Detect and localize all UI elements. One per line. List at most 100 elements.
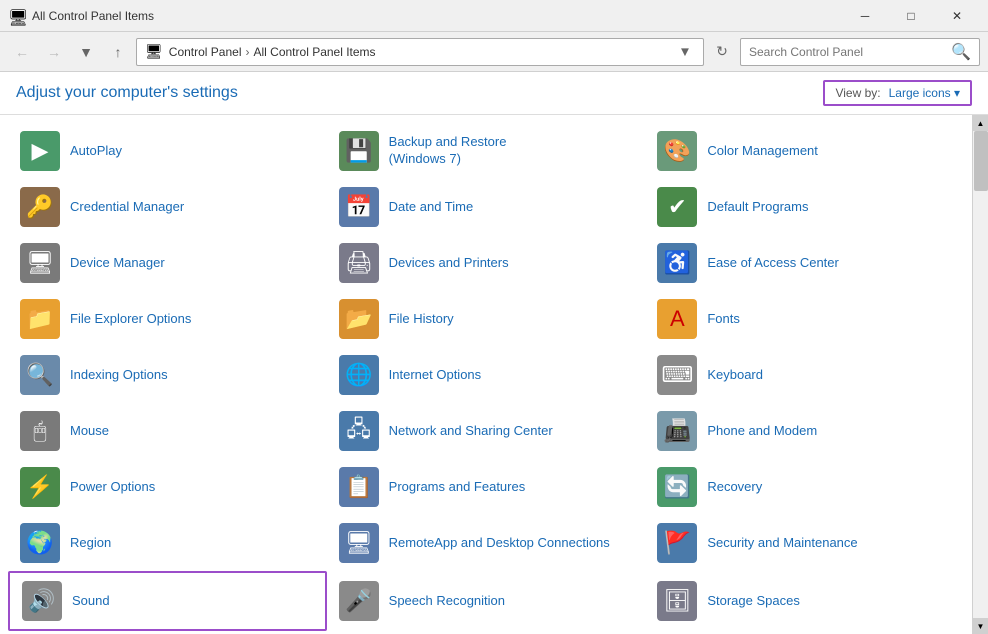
up-button[interactable]: ↑: [104, 38, 132, 66]
icon-region: 🌍: [20, 523, 60, 563]
address-dropdown-button[interactable]: ▼: [675, 38, 695, 66]
control-item-device-manager[interactable]: 🖥 Device Manager: [8, 235, 327, 291]
label-programs-features: Programs and Features: [389, 479, 526, 496]
control-item-storage-spaces[interactable]: 🗄 Storage Spaces: [645, 571, 964, 631]
search-input[interactable]: [749, 45, 947, 59]
icon-speech-recognition: 🎤: [339, 581, 379, 621]
view-by-control[interactable]: View by: Large icons ▾: [823, 80, 972, 106]
control-item-file-explorer-options[interactable]: 📁 File Explorer Options: [8, 291, 327, 347]
scroll-thumb[interactable]: [974, 131, 988, 191]
icon-recovery: 🔄: [657, 467, 697, 507]
icon-device-manager: 🖥: [20, 243, 60, 283]
minimize-button[interactable]: ─: [842, 0, 888, 32]
label-mouse: Mouse: [70, 423, 109, 440]
control-item-phone-modem[interactable]: 📠 Phone and Modem: [645, 403, 964, 459]
control-item-internet-options[interactable]: 🌐 Internet Options: [327, 347, 646, 403]
control-item-color-management[interactable]: 🎨 Color Management: [645, 123, 964, 179]
icon-remoteapp: 🖥: [339, 523, 379, 563]
scroll-down-button[interactable]: ▼: [973, 618, 988, 634]
icon-storage-spaces: 🗄: [657, 581, 697, 621]
icon-phone-modem: 📠: [657, 411, 697, 451]
icon-programs-features: 📋: [339, 467, 379, 507]
refresh-button[interactable]: ↻: [708, 38, 736, 66]
address-icon: 🖥: [145, 43, 163, 60]
address-field[interactable]: 🖥 Control Panel › All Control Panel Item…: [136, 38, 704, 66]
icon-devices-printers: 🖨: [339, 243, 379, 283]
control-item-programs-features[interactable]: 📋 Programs and Features: [327, 459, 646, 515]
scroll-up-button[interactable]: ▲: [973, 115, 988, 131]
window-icon: 🖥: [8, 8, 24, 24]
label-color-management: Color Management: [707, 143, 818, 160]
icon-power-options: ⚡: [20, 467, 60, 507]
label-devices-printers: Devices and Printers: [389, 255, 509, 272]
icon-date-time: 📅: [339, 187, 379, 227]
label-file-history: File History: [389, 311, 454, 328]
icon-fonts: A: [657, 299, 697, 339]
label-fonts: Fonts: [707, 311, 740, 328]
label-sound: Sound: [72, 593, 110, 610]
label-backup-restore: Backup and Restore(Windows 7): [389, 134, 507, 168]
label-internet-options: Internet Options: [389, 367, 482, 384]
content-area: ▶ AutoPlay 💾 Backup and Restore(Windows …: [0, 115, 988, 634]
items-grid: ▶ AutoPlay 💾 Backup and Restore(Windows …: [0, 123, 972, 634]
control-item-mouse[interactable]: 🖱 Mouse: [8, 403, 327, 459]
control-item-security-maintenance[interactable]: 🚩 Security and Maintenance: [645, 515, 964, 571]
items-container: ▶ AutoPlay 💾 Backup and Restore(Windows …: [0, 115, 972, 634]
label-file-explorer-options: File Explorer Options: [70, 311, 191, 328]
icon-security-maintenance: 🚩: [657, 523, 697, 563]
control-item-region[interactable]: 🌍 Region: [8, 515, 327, 571]
search-box[interactable]: 🔍: [740, 38, 980, 66]
control-item-default-programs[interactable]: ✔ Default Programs: [645, 179, 964, 235]
window-title: All Control Panel Items: [32, 9, 154, 23]
back-button[interactable]: ←: [8, 38, 36, 66]
label-power-options: Power Options: [70, 479, 155, 496]
view-by-label: View by:: [835, 86, 880, 100]
label-storage-spaces: Storage Spaces: [707, 593, 800, 610]
maximize-button[interactable]: □: [888, 0, 934, 32]
control-item-recovery[interactable]: 🔄 Recovery: [645, 459, 964, 515]
control-item-date-time[interactable]: 📅 Date and Time: [327, 179, 646, 235]
breadcrumb: Control Panel › All Control Panel Items: [169, 45, 669, 59]
control-item-backup-restore[interactable]: 💾 Backup and Restore(Windows 7): [327, 123, 646, 179]
label-recovery: Recovery: [707, 479, 762, 496]
control-item-devices-printers[interactable]: 🖨 Devices and Printers: [327, 235, 646, 291]
control-item-sound[interactable]: 🔊 Sound: [8, 571, 327, 631]
icon-backup-restore: 💾: [339, 131, 379, 171]
control-item-indexing-options[interactable]: 🔍 Indexing Options: [8, 347, 327, 403]
label-ease-access: Ease of Access Center: [707, 255, 839, 272]
label-phone-modem: Phone and Modem: [707, 423, 817, 440]
forward-button[interactable]: →: [40, 38, 68, 66]
icon-mouse: 🖱: [20, 411, 60, 451]
page-title: Adjust your computer's settings: [16, 84, 238, 102]
close-button[interactable]: ✕: [934, 0, 980, 32]
breadcrumb-root: Control Panel: [169, 45, 242, 59]
label-remoteapp: RemoteApp and Desktop Connections: [389, 535, 610, 552]
control-item-speech-recognition[interactable]: 🎤 Speech Recognition: [327, 571, 646, 631]
toolbar: Adjust your computer's settings View by:…: [0, 72, 988, 115]
control-item-autoplay[interactable]: ▶ AutoPlay: [8, 123, 327, 179]
control-item-power-options[interactable]: ⚡ Power Options: [8, 459, 327, 515]
icon-keyboard: ⌨: [657, 355, 697, 395]
control-item-ease-access[interactable]: ♿ Ease of Access Center: [645, 235, 964, 291]
icon-indexing-options: 🔍: [20, 355, 60, 395]
scroll-track[interactable]: [973, 131, 988, 618]
recent-locations-button[interactable]: ▼: [72, 38, 100, 66]
control-item-network-sharing[interactable]: 🖧 Network and Sharing Center: [327, 403, 646, 459]
icon-ease-access: ♿: [657, 243, 697, 283]
icon-autoplay: ▶: [20, 131, 60, 171]
label-network-sharing: Network and Sharing Center: [389, 423, 553, 440]
control-item-keyboard[interactable]: ⌨ Keyboard: [645, 347, 964, 403]
scrollbar[interactable]: ▲ ▼: [972, 115, 988, 634]
address-bar: ← → ▼ ↑ 🖥 Control Panel › All Control Pa…: [0, 32, 988, 72]
label-keyboard: Keyboard: [707, 367, 763, 384]
label-autoplay: AutoPlay: [70, 143, 122, 160]
control-item-fonts[interactable]: A Fonts: [645, 291, 964, 347]
label-date-time: Date and Time: [389, 199, 474, 216]
control-item-file-history[interactable]: 📂 File History: [327, 291, 646, 347]
label-default-programs: Default Programs: [707, 199, 808, 216]
icon-network-sharing: 🖧: [339, 411, 379, 451]
label-security-maintenance: Security and Maintenance: [707, 535, 857, 552]
title-bar: 🖥 All Control Panel Items ─ □ ✕: [0, 0, 988, 32]
control-item-remoteapp[interactable]: 🖥 RemoteApp and Desktop Connections: [327, 515, 646, 571]
control-item-credential-manager[interactable]: 🔑 Credential Manager: [8, 179, 327, 235]
